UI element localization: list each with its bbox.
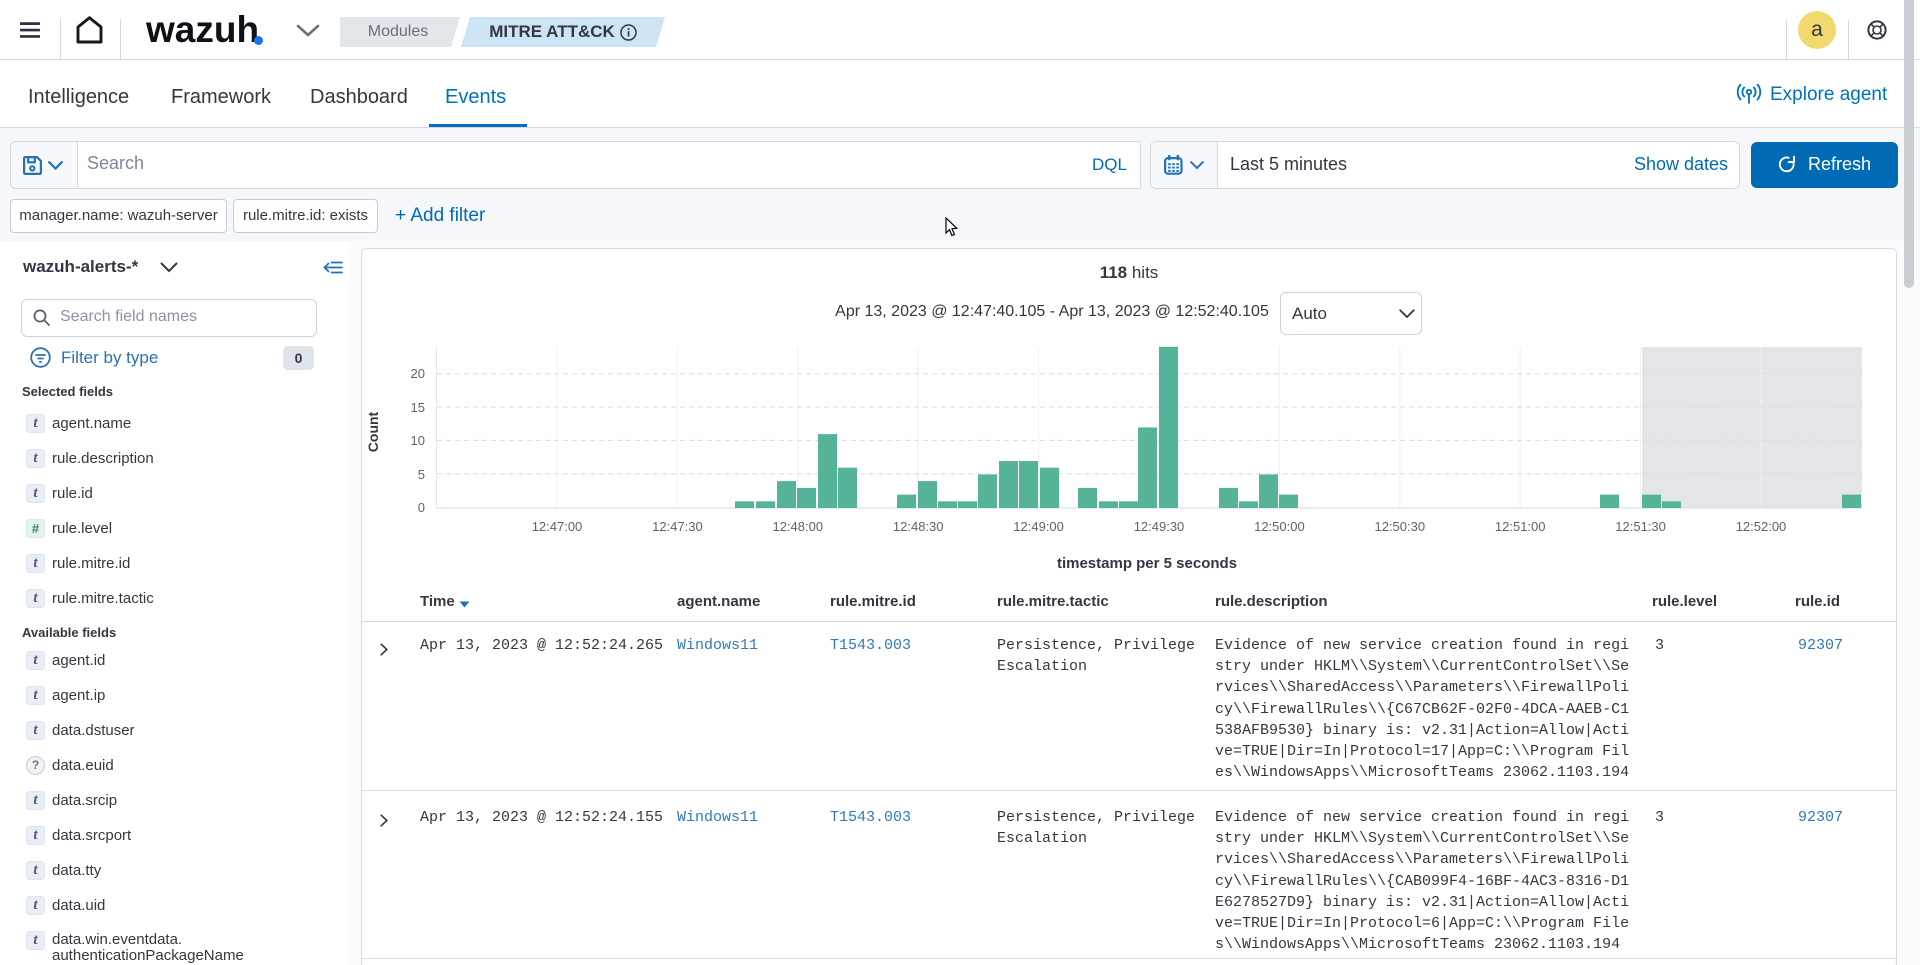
svg-text:12:49:30: 12:49:30	[1134, 519, 1185, 534]
svg-text:12:51:30: 12:51:30	[1615, 519, 1666, 534]
svg-text:12:47:30: 12:47:30	[652, 519, 703, 534]
svg-text:12:48:00: 12:48:00	[772, 519, 823, 534]
svg-text:12:52:00: 12:52:00	[1736, 519, 1787, 534]
svg-text:10: 10	[411, 433, 425, 448]
svg-text:5: 5	[418, 467, 425, 482]
svg-text:12:48:30: 12:48:30	[893, 519, 944, 534]
svg-text:12:50:00: 12:50:00	[1254, 519, 1305, 534]
svg-text:Count: Count	[365, 411, 381, 452]
svg-text:15: 15	[411, 400, 425, 415]
svg-text:0: 0	[418, 500, 425, 515]
svg-text:12:50:30: 12:50:30	[1374, 519, 1425, 534]
svg-text:12:49:00: 12:49:00	[1013, 519, 1064, 534]
svg-text:20: 20	[411, 366, 425, 381]
svg-text:12:47:00: 12:47:00	[532, 519, 583, 534]
svg-text:12:51:00: 12:51:00	[1495, 519, 1546, 534]
